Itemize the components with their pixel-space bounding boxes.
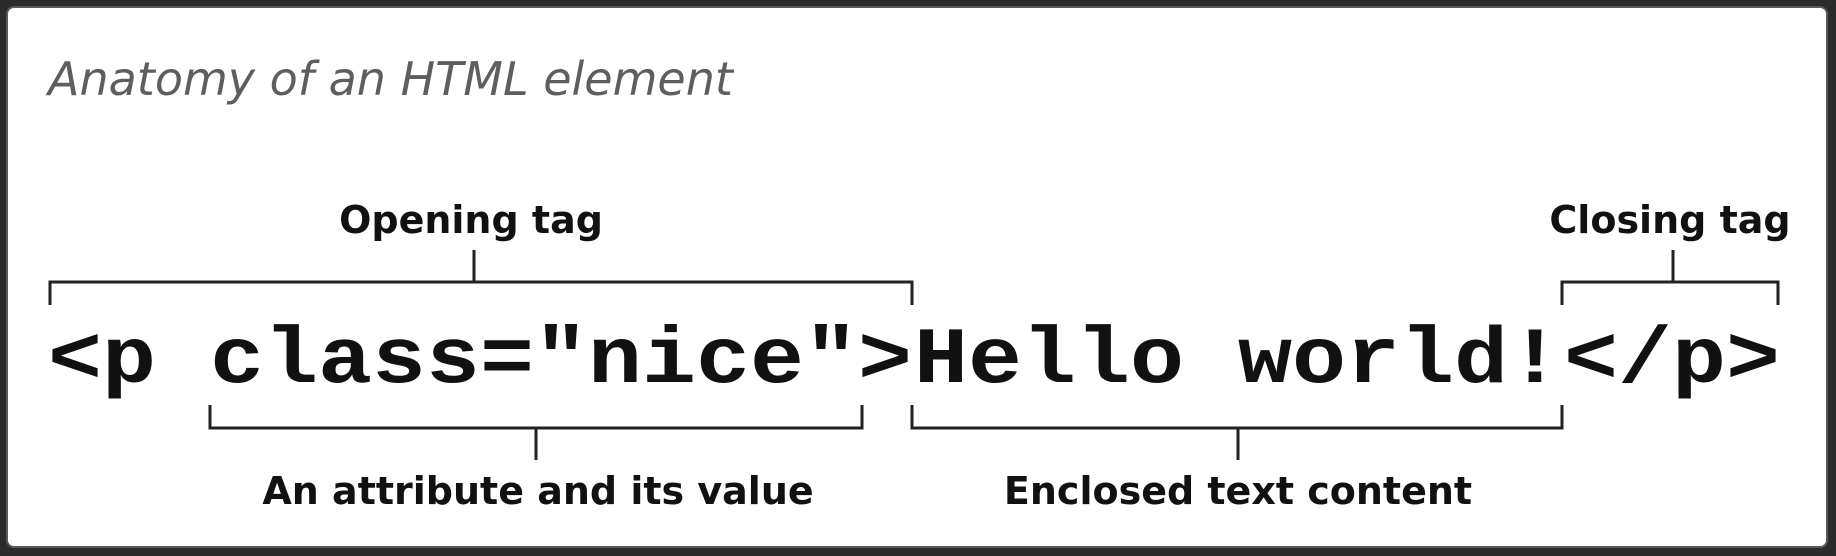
element-anatomy-diagram: Anatomy of an HTML element Opening tag C…: [45, 52, 1791, 513]
code-closing-tag: </p>: [1564, 316, 1780, 407]
content-label: Enclosed text content: [1004, 469, 1472, 513]
closing-tag-bracket: [1560, 250, 1780, 305]
attribute-label: An attribute and its value: [262, 469, 813, 513]
diagram-title: Anatomy of an HTML element: [45, 52, 735, 106]
code-content: Hello world!: [914, 316, 1562, 407]
code-opening-tag: <p class="nice">: [48, 316, 912, 407]
closing-tag-label: Closing tag: [1549, 198, 1790, 242]
attribute-bracket: [208, 405, 864, 460]
opening-tag-label: Opening tag: [339, 198, 603, 242]
opening-tag-bracket: [48, 250, 914, 305]
content-bracket: [910, 405, 1564, 460]
